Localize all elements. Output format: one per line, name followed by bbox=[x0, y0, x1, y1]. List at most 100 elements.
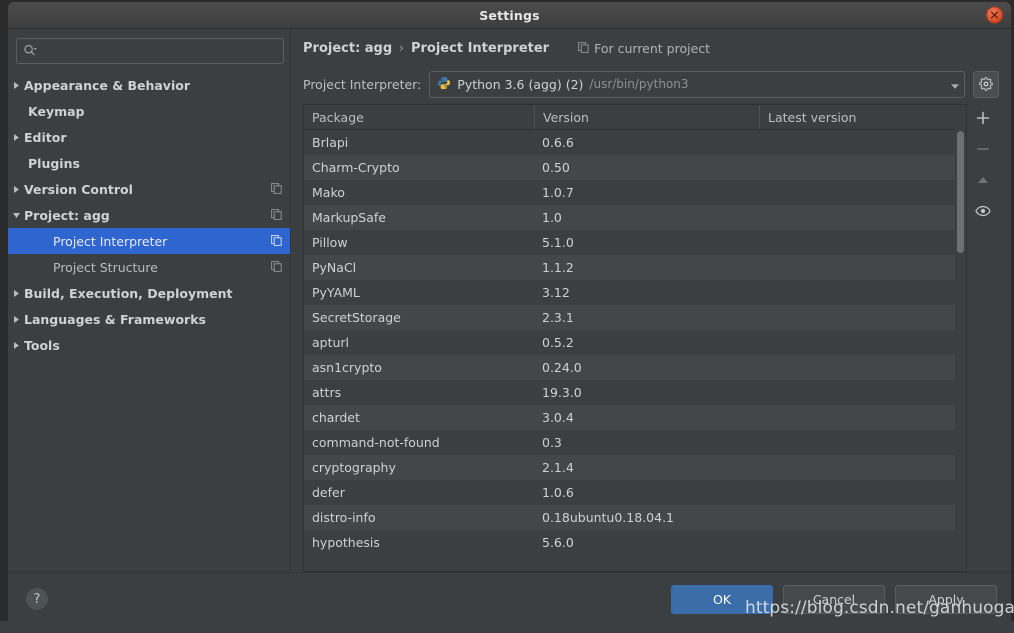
cell-package: chardet bbox=[312, 410, 360, 425]
search-input[interactable] bbox=[38, 44, 277, 58]
table-scrollbar[interactable] bbox=[955, 129, 966, 571]
cell-version: 0.24.0 bbox=[542, 360, 582, 375]
sidebar-item-label: Tools bbox=[24, 337, 60, 353]
column-header-version[interactable]: Version bbox=[535, 105, 760, 129]
packages-toolbar bbox=[967, 104, 999, 572]
cell-package: asn1crypto bbox=[312, 360, 382, 375]
column-header-latest-version[interactable]: Latest version bbox=[760, 105, 966, 129]
apply-button[interactable]: Apply bbox=[895, 584, 997, 614]
sidebar-item-plugins[interactable]: Plugins bbox=[8, 150, 290, 176]
interpreter-row: Project Interpreter: Python 3.6 (agg) (2… bbox=[299, 67, 999, 101]
title-bar: Settings bbox=[8, 2, 1011, 29]
ok-button[interactable]: OK bbox=[671, 584, 773, 614]
cell-package: PyNaCl bbox=[312, 260, 357, 275]
sidebar-item-label: Version Control bbox=[24, 181, 133, 197]
cell-version: 0.6.6 bbox=[542, 135, 574, 150]
window-title: Settings bbox=[479, 7, 540, 23]
cell-version: 5.1.0 bbox=[542, 235, 574, 250]
interpreter-path: /usr/bin/python3 bbox=[589, 77, 689, 91]
sidebar-item-label: Project Structure bbox=[53, 259, 158, 275]
table-row[interactable]: apturl 0.5.2 bbox=[304, 330, 966, 355]
cell-version: 1.1.2 bbox=[542, 260, 574, 275]
table-row[interactable]: hypothesis 5.6.0 bbox=[304, 530, 966, 555]
cell-package: Pillow bbox=[312, 235, 348, 250]
dialog-buttons: OK Cancel Apply bbox=[671, 584, 997, 614]
sidebar-item-keymap[interactable]: Keymap bbox=[8, 98, 290, 124]
help-button[interactable]: ? bbox=[26, 588, 48, 610]
packages-table: Package Version Latest version Brlapi 0.6… bbox=[303, 104, 967, 572]
sidebar-item-label: Project Interpreter bbox=[53, 233, 168, 249]
copy-icon bbox=[271, 182, 282, 197]
sidebar-item-tools[interactable]: Tools bbox=[8, 332, 290, 358]
table-row[interactable]: attrs 19.3.0 bbox=[304, 380, 966, 405]
interpreter-select[interactable]: Python 3.6 (agg) (2) /usr/bin/python3 bbox=[429, 70, 965, 98]
table-row[interactable]: MarkupSafe 1.0 bbox=[304, 205, 966, 230]
sidebar-item-languages-frameworks[interactable]: Languages & Frameworks bbox=[8, 306, 290, 332]
table-row[interactable]: Pillow 5.1.0 bbox=[304, 230, 966, 255]
remove-package-button[interactable] bbox=[972, 139, 994, 159]
table-row[interactable]: PyNaCl 1.1.2 bbox=[304, 255, 966, 280]
cell-package: attrs bbox=[312, 385, 342, 400]
upgrade-package-button[interactable] bbox=[972, 170, 994, 190]
cell-version: 19.3.0 bbox=[542, 385, 582, 400]
search-box[interactable] bbox=[16, 38, 284, 64]
search-icon bbox=[23, 42, 38, 61]
table-row[interactable]: chardet 3.0.4 bbox=[304, 405, 966, 430]
chevron-right-icon bbox=[8, 341, 24, 350]
copy-icon bbox=[578, 41, 589, 56]
scope-note-label: For current project bbox=[594, 40, 711, 56]
scope-note: For current project bbox=[578, 41, 710, 56]
sidebar-item-project-interpreter[interactable]: Project Interpreter bbox=[8, 228, 290, 254]
sidebar-item-label: Build, Execution, Deployment bbox=[24, 285, 233, 301]
scrollbar-thumb[interactable] bbox=[957, 131, 964, 253]
search-wrapper bbox=[8, 29, 290, 70]
packages-area: Package Version Latest version Brlapi 0.6… bbox=[299, 101, 999, 572]
dialog-body: Appearance & Behavior Keymap Editor Plug… bbox=[8, 29, 1011, 572]
cancel-button[interactable]: Cancel bbox=[783, 584, 885, 614]
cell-version: 1.0.7 bbox=[542, 185, 574, 200]
breadcrumb-root[interactable]: Project: agg bbox=[303, 41, 392, 56]
settings-dialog: Settings Appearance & Behavior Keymap Ed… bbox=[8, 2, 1011, 625]
table-row[interactable]: Mako 1.0.7 bbox=[304, 180, 966, 205]
settings-main-panel: Project: agg › Project Interpreter For c… bbox=[291, 29, 1011, 572]
sidebar-item-project-structure[interactable]: Project Structure bbox=[8, 254, 290, 280]
cell-package: hypothesis bbox=[312, 535, 380, 550]
sidebar-item-editor[interactable]: Editor bbox=[8, 124, 290, 150]
close-icon[interactable] bbox=[986, 6, 1003, 24]
gear-icon[interactable] bbox=[973, 70, 999, 98]
cell-package: command-not-found bbox=[312, 435, 440, 450]
chevron-down-icon[interactable] bbox=[944, 75, 960, 94]
table-row[interactable]: Charm-Crypto 0.50 bbox=[304, 155, 966, 180]
show-early-releases-button[interactable] bbox=[972, 201, 994, 221]
cell-version: 0.50 bbox=[542, 160, 570, 175]
chevron-right-icon bbox=[8, 133, 24, 142]
table-body: Brlapi 0.6.6 Charm-Crypto 0.50 Mako 1.0.7 Mark… bbox=[304, 130, 966, 571]
sidebar-item-appearance-behavior[interactable]: Appearance & Behavior bbox=[8, 72, 290, 98]
table-row[interactable]: Brlapi 0.6.6 bbox=[304, 130, 966, 155]
sidebar-item-label: Languages & Frameworks bbox=[24, 311, 206, 327]
cell-package: defer bbox=[312, 485, 345, 500]
cell-version: 3.12 bbox=[542, 285, 570, 300]
table-row[interactable]: asn1crypto 0.24.0 bbox=[304, 355, 966, 380]
table-row[interactable]: cryptography 2.1.4 bbox=[304, 455, 966, 480]
ide-backdrop-bottom-strip bbox=[0, 621, 1014, 633]
column-header-package[interactable]: Package bbox=[304, 105, 535, 129]
table-row[interactable]: command-not-found 0.3 bbox=[304, 430, 966, 455]
cell-version: 1.0.6 bbox=[542, 485, 574, 500]
cell-version: 0.5.2 bbox=[542, 335, 574, 350]
cell-version: 2.1.4 bbox=[542, 460, 574, 475]
cell-package: Brlapi bbox=[312, 135, 349, 150]
breadcrumb: Project: agg › Project Interpreter For c… bbox=[299, 29, 999, 67]
add-package-button[interactable] bbox=[972, 108, 994, 128]
cell-package: cryptography bbox=[312, 460, 396, 475]
sidebar-item-version-control[interactable]: Version Control bbox=[8, 176, 290, 202]
sidebar-item-project-agg[interactable]: Project: agg bbox=[8, 202, 290, 228]
table-row[interactable]: distro-info 0.18ubuntu0.18.04.1 bbox=[304, 505, 966, 530]
table-row[interactable]: PyYAML 3.12 bbox=[304, 280, 966, 305]
chevron-right-icon bbox=[8, 289, 24, 298]
sidebar-item-build-execution-deployment[interactable]: Build, Execution, Deployment bbox=[8, 280, 290, 306]
table-row[interactable]: defer 1.0.6 bbox=[304, 480, 966, 505]
screen: Settings Appearance & Behavior Keymap Ed… bbox=[0, 0, 1014, 633]
copy-icon bbox=[271, 234, 282, 249]
table-row[interactable]: SecretStorage 2.3.1 bbox=[304, 305, 966, 330]
